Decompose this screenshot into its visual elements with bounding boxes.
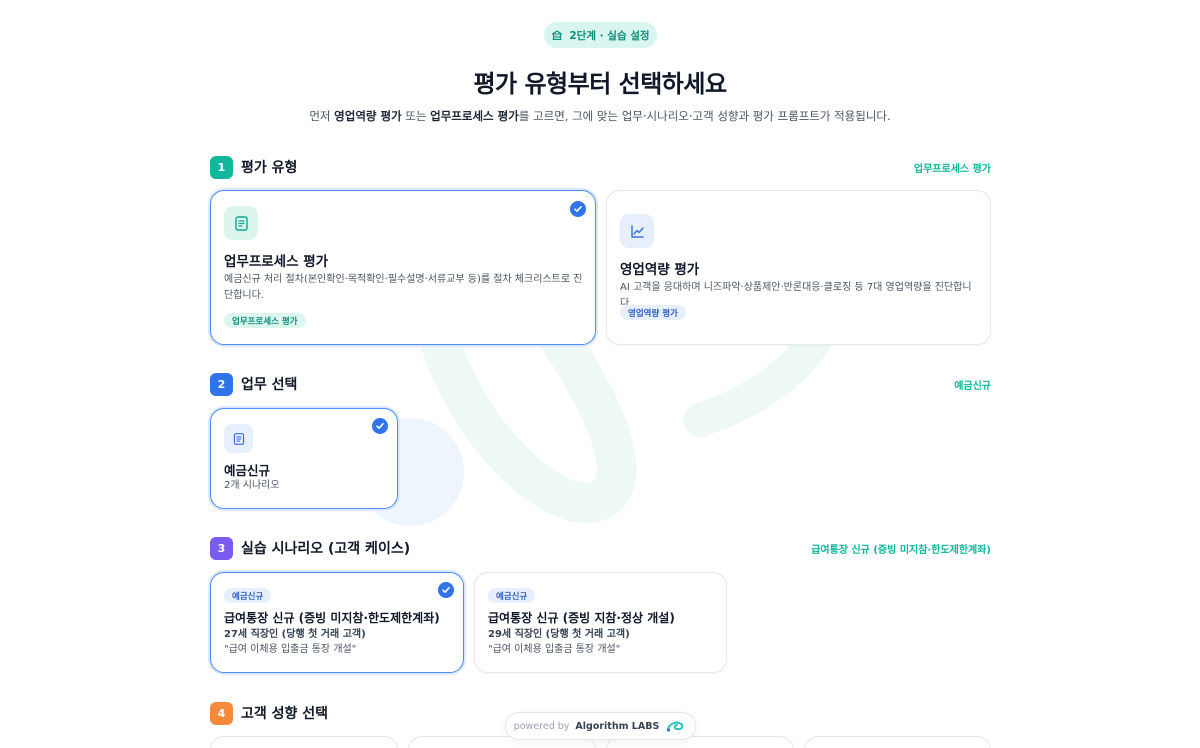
step-badge-label: 2단계 · 실습 설정 bbox=[569, 29, 650, 42]
check-icon bbox=[570, 201, 586, 217]
section-selected-value: 급여통장 신규 (증빙 미지참·한도제한계좌) bbox=[811, 544, 991, 556]
check-icon bbox=[372, 418, 388, 434]
section-title: 실습 시나리오 (고객 케이스) bbox=[241, 541, 411, 557]
section-number: 2 bbox=[210, 372, 233, 396]
section-scenario-header: 3 실습 시나리오 (고객 케이스) 급여통장 신규 (증빙 미지참·한도제한계… bbox=[210, 536, 991, 560]
scenario-title: 급여통장 신규 (증빙 미지참·한도제한계좌) bbox=[224, 611, 440, 625]
section-title: 평가 유형 bbox=[241, 160, 298, 176]
card-title: 예금신규 bbox=[224, 463, 271, 478]
section-selected-value: 예금신규 bbox=[954, 380, 991, 392]
subtitle-part: 먼저 bbox=[309, 109, 335, 123]
task-card-deposit[interactable]: 예금신규 2개 시나리오 bbox=[210, 408, 398, 509]
scenario-persona: 27세 직장인 (당행 첫 거래 고객) bbox=[224, 629, 366, 640]
page-subtitle: 먼저 영업역량 평가 또는 업무프로세스 평가를 고르면, 그에 맞는 업무·시… bbox=[0, 108, 1200, 124]
customer-type-card[interactable] bbox=[804, 736, 991, 748]
card-tag: 업무프로세스 평가 bbox=[224, 313, 306, 328]
scenario-card-2[interactable]: 예금신규 급여통장 신규 (증빙 지참·정상 개설) 29세 직장인 (당행 첫… bbox=[474, 572, 727, 673]
powered-by-badge: powered by Algorithm LABS bbox=[505, 712, 696, 740]
eval-type-card-sales[interactable]: 영업역량 평가 AI 고객을 응대하며 니즈파악·상품제안·반론대응·클로징 등… bbox=[606, 190, 991, 345]
section-number: 3 bbox=[210, 536, 233, 560]
section-title: 고객 성향 선택 bbox=[241, 706, 329, 722]
section-number: 4 bbox=[210, 701, 233, 725]
section-number: 1 bbox=[210, 155, 233, 179]
section-selected-value: 업무프로세스 평가 bbox=[913, 163, 991, 175]
scenario-persona: 29세 직장인 (당행 첫 거래 고객) bbox=[488, 629, 630, 640]
scenario-quote: "급여 이체용 입출금 통장 개설" bbox=[488, 644, 621, 655]
check-icon bbox=[438, 582, 454, 598]
document-icon bbox=[224, 424, 253, 453]
subtitle-bold: 영업역량 평가 bbox=[334, 109, 402, 123]
step-badge: 2단계 · 실습 설정 bbox=[544, 22, 657, 48]
page-title: 평가 유형부터 선택하세요 bbox=[473, 70, 727, 98]
scenario-title: 급여통장 신규 (증빙 지참·정상 개설) bbox=[488, 611, 675, 625]
subtitle-part: 또는 bbox=[401, 109, 431, 123]
card-description: 예금신규 처리 절차(본인확인·목적확인·필수설명·서류교부 등)를 절차 체크… bbox=[224, 274, 583, 301]
customer-type-card[interactable] bbox=[210, 736, 398, 748]
scenario-quote: "급여 이체용 입출금 통장 개설" bbox=[224, 644, 357, 655]
chart-line-icon bbox=[620, 214, 654, 248]
brand-logo-icon bbox=[667, 721, 684, 732]
document-icon bbox=[224, 206, 258, 240]
scenario-tag: 예금신규 bbox=[224, 588, 272, 603]
brand-name: Algorithm LABS bbox=[575, 720, 660, 732]
eval-type-card-process[interactable]: 업무프로세스 평가 예금신규 처리 절차(본인확인·목적확인·필수설명·서류교부… bbox=[210, 190, 596, 345]
subtitle-part: 를 고르면, 그에 맞는 업무·시나리오·고객 성향과 평가 프롬프트가 적용됩… bbox=[518, 109, 891, 123]
powered-by-prefix: powered by bbox=[513, 720, 570, 732]
card-title: 영업역량 평가 bbox=[620, 262, 700, 278]
card-title: 업무프로세스 평가 bbox=[224, 254, 329, 270]
card-subtitle: 2개 시나리오 bbox=[224, 480, 280, 491]
section-title: 업무 선택 bbox=[241, 377, 298, 393]
subtitle-bold: 업무프로세스 평가 bbox=[430, 109, 519, 123]
scenario-card-1[interactable]: 예금신규 급여통장 신규 (증빙 미지참·한도제한계좌) 27세 직장인 (당행… bbox=[210, 572, 464, 673]
card-tag: 영업역량 평가 bbox=[620, 305, 686, 320]
building-icon bbox=[552, 30, 563, 41]
section-task-header: 2 업무 선택 예금신규 bbox=[210, 372, 991, 396]
setup-page: 2단계 · 실습 설정 평가 유형부터 선택하세요 먼저 영업역량 평가 또는 … bbox=[0, 0, 1200, 748]
scenario-tag: 예금신규 bbox=[488, 588, 536, 603]
section-eval-type-header: 1 평가 유형 업무프로세스 평가 bbox=[210, 155, 991, 179]
